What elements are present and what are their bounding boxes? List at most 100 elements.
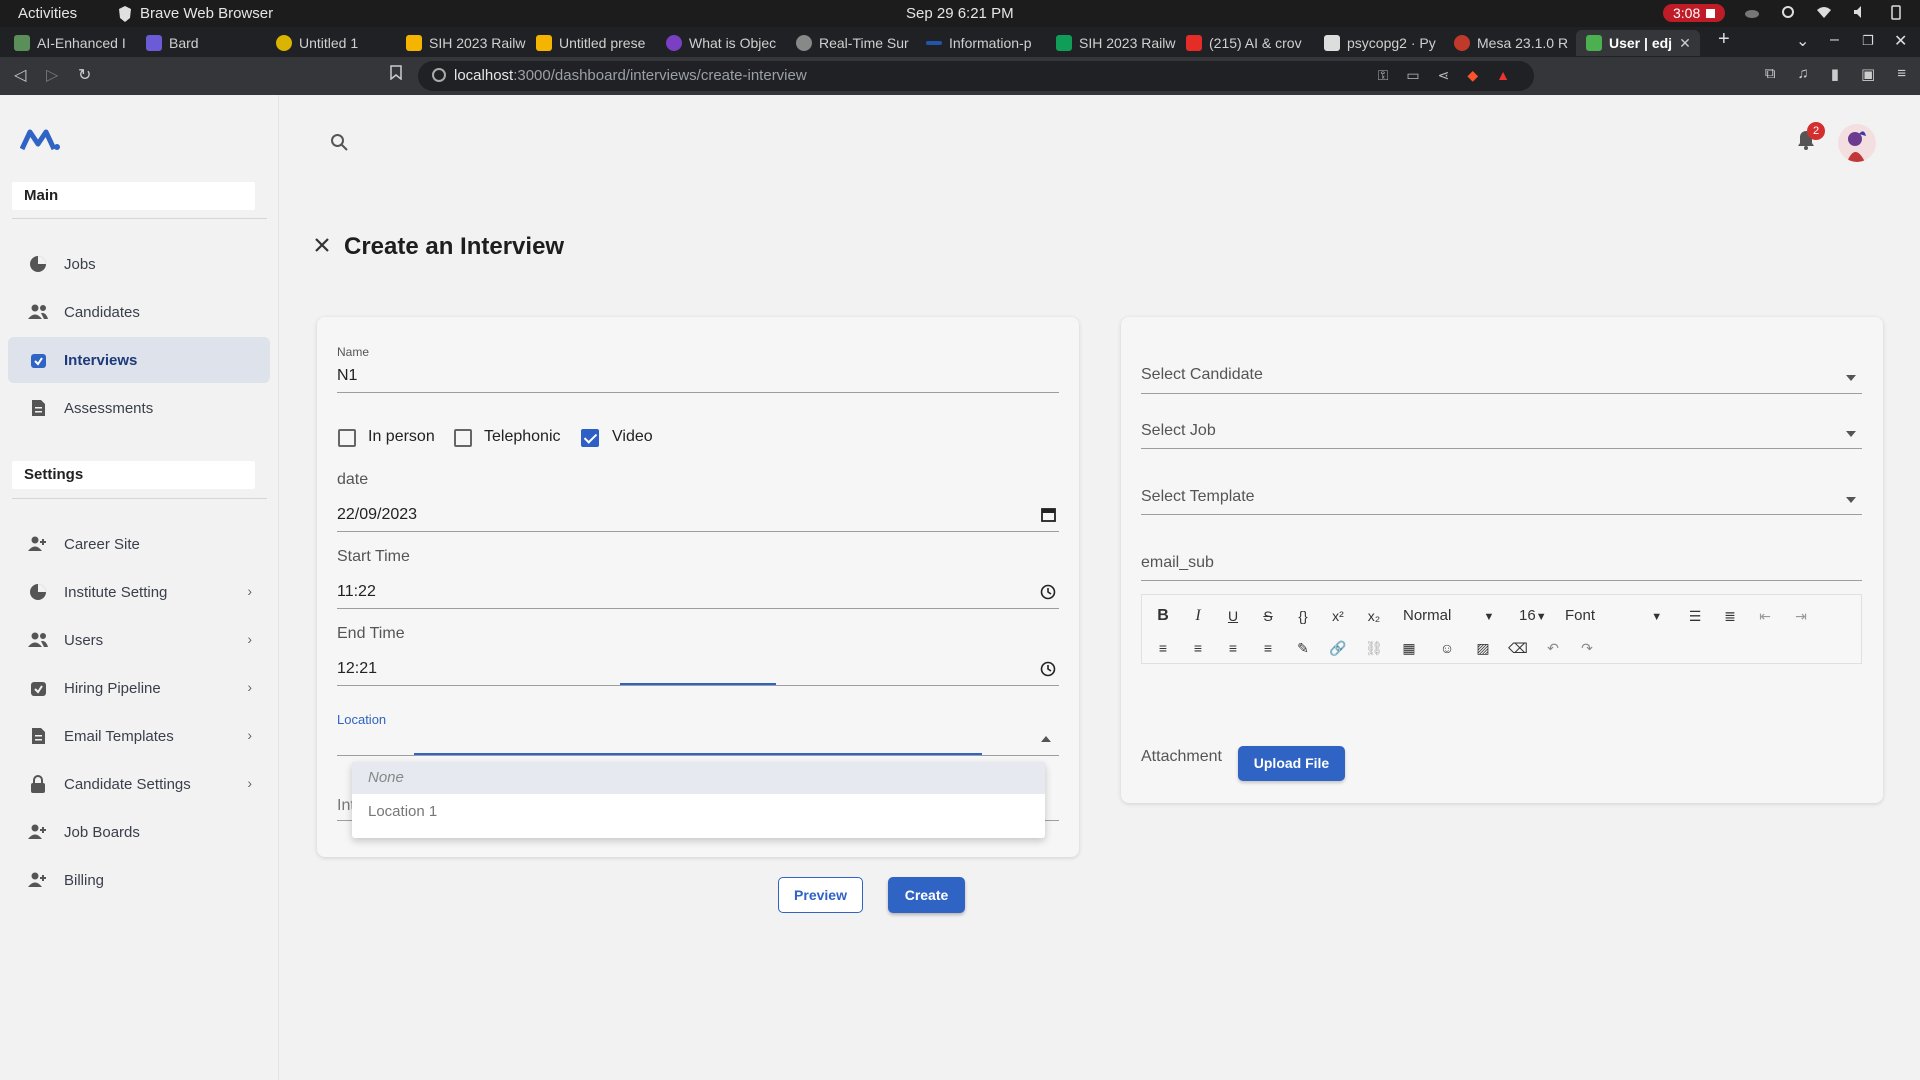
window-close-icon[interactable]: ✕	[1894, 31, 1907, 51]
search-icon[interactable]	[330, 133, 348, 156]
reload-icon[interactable]: ↻	[78, 65, 91, 85]
underline-icon[interactable]: U	[1222, 605, 1244, 627]
close-icon[interactable]	[314, 237, 330, 258]
code-icon[interactable]: {}	[1292, 605, 1314, 627]
checkbox-telephonic[interactable]	[454, 429, 472, 447]
emoji-icon[interactable]: ☺	[1436, 637, 1458, 659]
brave-rewards-icon[interactable]: ▲	[1496, 67, 1510, 84]
sidebar-toggle-icon[interactable]: ▮	[1831, 65, 1839, 83]
address-bar[interactable]: localhost:3000/dashboard/interviews/crea…	[418, 61, 1534, 91]
text-color-icon[interactable]: ✎	[1292, 637, 1314, 659]
format-select[interactable]: Normal ▼	[1403, 607, 1494, 624]
browser-tab[interactable]: AI-Enhanced I	[4, 30, 136, 56]
new-tab-button[interactable]: +	[1718, 28, 1730, 51]
extensions-icon[interactable]: ⧉	[1765, 65, 1776, 83]
app-logo[interactable]	[20, 129, 60, 151]
sidebar-item-billing[interactable]: Billing	[8, 857, 270, 903]
select-job[interactable]: Select Job	[1141, 422, 1862, 450]
close-tab-icon[interactable]: ✕	[1679, 35, 1700, 52]
upload-file-button[interactable]: Upload File	[1238, 746, 1345, 781]
redo-icon[interactable]: ↷	[1576, 637, 1598, 659]
clock[interactable]: Sep 29 6:21 PM	[906, 5, 1014, 22]
restore-icon[interactable]: ❐	[1862, 33, 1874, 49]
embed-icon[interactable]: ▦	[1398, 637, 1420, 659]
brave-shields-icon[interactable]: ◆	[1467, 67, 1478, 84]
chevron-up-icon[interactable]	[1041, 736, 1051, 742]
app-menu[interactable]: Brave Web Browser	[118, 5, 273, 22]
eraser-icon[interactable]: ⌫	[1507, 637, 1529, 659]
sidebar-item-job-boards[interactable]: Job Boards	[8, 809, 270, 855]
align-justify-icon[interactable]: ≡	[1257, 637, 1279, 659]
unlink-icon[interactable]: ⛓	[1363, 637, 1385, 659]
checkbox-in-person[interactable]	[338, 429, 356, 447]
browser-tab[interactable]: Untitled prese	[526, 30, 656, 56]
select-template[interactable]: Select Template	[1141, 488, 1862, 516]
bold-icon[interactable]: B	[1152, 605, 1174, 627]
activities-button[interactable]: Activities	[18, 5, 77, 22]
preview-button[interactable]: Preview	[778, 877, 863, 913]
recording-indicator[interactable]: 3:08	[1663, 4, 1726, 22]
font-family-select[interactable]: Font ▼	[1565, 607, 1662, 624]
email-subject-input[interactable]: email_sub	[1141, 554, 1214, 572]
bookmark-icon[interactable]	[390, 65, 402, 85]
browser-tab[interactable]: Bard	[136, 30, 266, 56]
sidebar-item-assessments[interactable]: Assessments	[8, 385, 270, 431]
menu-icon[interactable]: ≡	[1897, 65, 1906, 83]
browser-tab[interactable]: Information-p	[916, 30, 1046, 56]
strikethrough-icon[interactable]: S	[1257, 605, 1279, 627]
subscript-icon[interactable]: x₂	[1363, 605, 1385, 627]
align-right-icon[interactable]: ≡	[1222, 637, 1244, 659]
superscript-icon[interactable]: x²	[1327, 605, 1349, 627]
name-input[interactable]: N1	[337, 367, 357, 385]
browser-tab[interactable]: Untitled 1	[266, 30, 396, 56]
media-icon[interactable]: ♫	[1798, 65, 1809, 83]
sidebar-item-institute-setting[interactable]: Institute Setting ›	[8, 569, 270, 615]
calendar-icon[interactable]	[1041, 507, 1056, 527]
location-select-focus[interactable]	[414, 753, 982, 755]
location-option-none[interactable]: None	[352, 762, 1045, 794]
sidebar-item-jobs[interactable]: Jobs	[8, 241, 270, 287]
wallet-icon[interactable]: ▣	[1861, 65, 1875, 83]
sidebar-item-users[interactable]: Users ›	[8, 617, 270, 663]
sidebar-item-interviews[interactable]: Interviews	[8, 337, 270, 383]
sidebar-item-candidates[interactable]: Candidates	[8, 289, 270, 335]
notification-bell-icon[interactable]: 2	[1797, 122, 1825, 155]
avatar[interactable]	[1838, 124, 1876, 162]
key-icon[interactable]: ⚿	[1378, 67, 1389, 84]
numbered-list-icon[interactable]: ≣	[1719, 605, 1741, 627]
browser-tab[interactable]: SIH 2023 Railw	[396, 30, 526, 56]
checkbox-video[interactable]	[581, 429, 599, 447]
clock-icon[interactable]	[1040, 661, 1056, 682]
email-body-editor[interactable]	[1141, 664, 1862, 724]
browser-tab[interactable]: (215) AI & crov	[1176, 30, 1306, 56]
italic-icon[interactable]: I	[1187, 605, 1209, 627]
link-icon[interactable]: 🔗	[1327, 637, 1349, 659]
start-time-input[interactable]: 11:22	[337, 583, 376, 601]
back-icon[interactable]: ◁	[14, 65, 26, 85]
image-icon[interactable]: ▨	[1472, 637, 1494, 659]
cast-icon[interactable]: ▭	[1406, 67, 1419, 84]
forward-icon[interactable]: ▷	[46, 65, 58, 85]
font-size-select[interactable]: 16▼	[1519, 607, 1547, 624]
outdent-icon[interactable]: ⇤	[1754, 605, 1776, 627]
select-candidate[interactable]: Select Candidate	[1141, 366, 1862, 394]
system-tray[interactable]	[1744, 4, 1904, 20]
site-info-icon[interactable]	[432, 68, 446, 82]
indent-icon[interactable]: ⇥	[1790, 605, 1812, 627]
sidebar-item-career-site[interactable]: Career Site	[8, 521, 270, 567]
sidebar-item-candidate-settings[interactable]: Candidate Settings ›	[8, 761, 270, 807]
location-option-1[interactable]: Location 1	[352, 796, 1045, 828]
browser-tab[interactable]: SIH 2023 Railw	[1046, 30, 1176, 56]
browser-tab-active[interactable]: User | edj ✕	[1576, 30, 1700, 56]
share-icon[interactable]: ⋖	[1438, 67, 1450, 84]
browser-tab[interactable]: Real-Time Sur	[786, 30, 916, 56]
bulleted-list-icon[interactable]: ☰	[1684, 605, 1706, 627]
minimize-icon[interactable]: –	[1830, 31, 1839, 49]
sidebar-item-hiring-pipeline[interactable]: Hiring Pipeline ›	[8, 665, 270, 711]
tab-search-chevron-icon[interactable]: ⌄	[1796, 31, 1809, 51]
sidebar-item-email-templates[interactable]: Email Templates ›	[8, 713, 270, 759]
create-button[interactable]: Create	[888, 877, 965, 913]
date-input[interactable]: 22/09/2023	[337, 506, 417, 524]
align-center-icon[interactable]: ≡	[1187, 637, 1209, 659]
browser-tab[interactable]: psycopg2 · Py	[1314, 30, 1444, 56]
